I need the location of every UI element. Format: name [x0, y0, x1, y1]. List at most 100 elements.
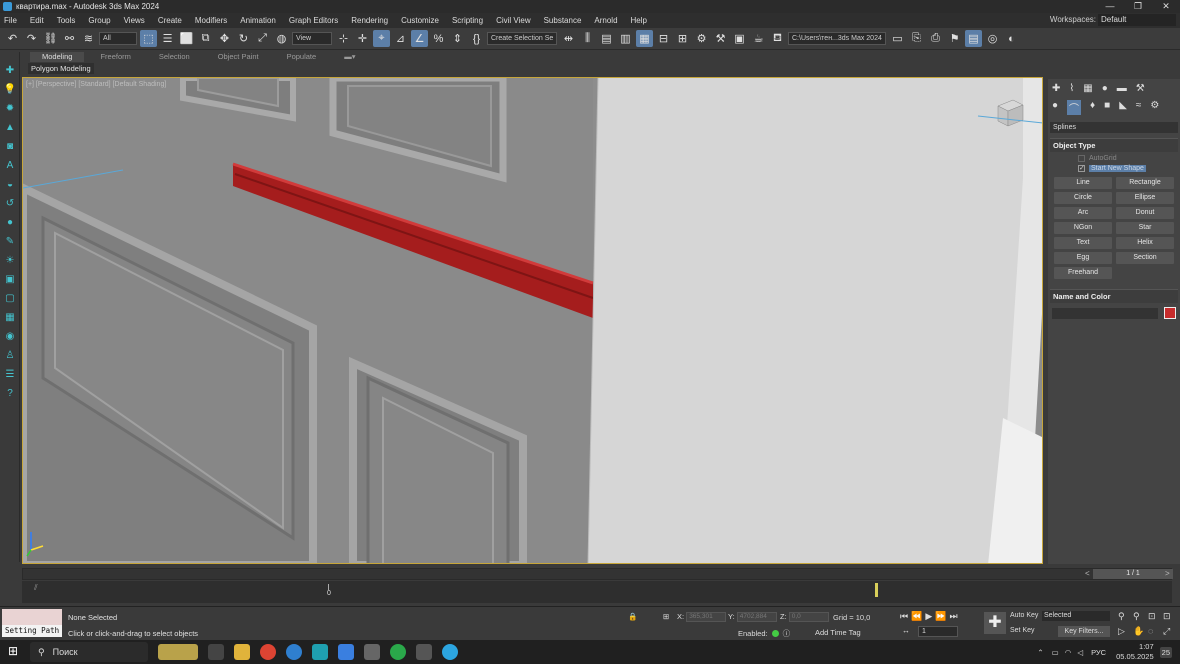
- prev-frame-icon[interactable]: ⏪: [911, 611, 922, 622]
- zoom-icon[interactable]: ⚲: [1118, 611, 1125, 622]
- line-button[interactable]: Line: [1054, 177, 1112, 189]
- section-button[interactable]: Section: [1116, 252, 1174, 264]
- enabled-dot-icon[interactable]: [771, 630, 779, 637]
- ref-coord-dropdown[interactable]: View: [292, 32, 332, 45]
- modify-tab-icon[interactable]: ⌇: [1069, 83, 1074, 94]
- auto-key-button[interactable]: Auto Key: [1010, 612, 1038, 619]
- network-icon[interactable]: ▭: [1052, 648, 1059, 657]
- app-gear-icon[interactable]: [416, 644, 432, 660]
- material-editor-icon[interactable]: ⚙: [693, 30, 710, 47]
- object-name-input[interactable]: [1052, 307, 1158, 319]
- render-icon[interactable]: ☕: [750, 30, 767, 47]
- angle-snap-icon[interactable]: ∠: [411, 30, 428, 47]
- mirror-icon[interactable]: ⇹: [560, 30, 577, 47]
- cone-icon[interactable]: ▲: [3, 120, 17, 134]
- zoom-extents-icon[interactable]: ⊡: [1148, 611, 1156, 622]
- placement-icon[interactable]: ◍: [273, 30, 290, 47]
- menu-substance[interactable]: Substance: [544, 16, 582, 25]
- fov-icon[interactable]: ▷: [1118, 626, 1125, 637]
- render-setup-icon[interactable]: ⚒: [712, 30, 729, 47]
- menu-customize[interactable]: Customize: [401, 16, 439, 25]
- bind-spacewarp-icon[interactable]: ≋: [80, 30, 97, 47]
- select-object-icon[interactable]: ⬚: [140, 30, 157, 47]
- motion-tab-icon[interactable]: ●: [1102, 83, 1108, 94]
- minimize-button[interactable]: —: [1096, 0, 1124, 13]
- project-path-dropdown[interactable]: C:\Users\тен...3ds Max 2024: [788, 32, 886, 45]
- time-slider-knob[interactable]: 1 / 1: [1093, 569, 1173, 579]
- menu-tools[interactable]: Tools: [57, 16, 76, 25]
- spacewarps-icon[interactable]: ≈: [1136, 100, 1142, 115]
- object-type-rollout[interactable]: Object Type: [1050, 138, 1178, 152]
- ribbon-subpanel-polygon-modeling[interactable]: Polygon Modeling: [28, 63, 94, 74]
- online-help-icon[interactable]: ◎: [984, 30, 1001, 47]
- absolute-mode-icon[interactable]: ⊞: [663, 612, 669, 621]
- rect-selection-icon[interactable]: ⬜: [178, 30, 195, 47]
- tab-object-paint[interactable]: Object Paint: [206, 52, 271, 62]
- key-filters-button[interactable]: Key Filters...: [1058, 626, 1110, 637]
- lock-selection-icon[interactable]: 🔒: [628, 612, 637, 621]
- tab-selection[interactable]: Selection: [147, 52, 202, 62]
- task-view-icon[interactable]: [208, 644, 224, 660]
- ellipse-button[interactable]: Ellipse: [1116, 192, 1174, 204]
- go-to-start-icon[interactable]: ⏮: [900, 611, 908, 622]
- hierarchy-tab-icon[interactable]: ▦: [1083, 83, 1092, 94]
- spinner-snap-icon[interactable]: ⇕: [449, 30, 466, 47]
- taskbar-search[interactable]: ⚲ Поиск: [30, 642, 148, 662]
- edit-named-sets-icon[interactable]: {}: [468, 30, 485, 47]
- menu-rendering[interactable]: Rendering: [351, 16, 388, 25]
- undo-icon[interactable]: ↶: [4, 30, 21, 47]
- paint-icon[interactable]: ✎: [3, 234, 17, 248]
- project-folder-icon[interactable]: ▭: [889, 30, 906, 47]
- menu-arnold[interactable]: Arnold: [594, 16, 617, 25]
- shape-category-dropdown[interactable]: Splines: [1050, 122, 1178, 133]
- slider-next-icon[interactable]: >: [1165, 569, 1170, 578]
- 3ds-max-icon[interactable]: [312, 644, 328, 660]
- percent-snap-icon[interactable]: %: [430, 30, 447, 47]
- settings-icon[interactable]: ⚑: [946, 30, 963, 47]
- frame-icon[interactable]: ▢: [3, 291, 17, 305]
- ngon-button[interactable]: NGon: [1054, 222, 1112, 234]
- selection-set-dropdown[interactable]: Create Selection Se: [487, 32, 557, 45]
- notification-badge[interactable]: 25: [1159, 646, 1172, 658]
- set-key-button[interactable]: Set Key: [1010, 627, 1035, 634]
- track-key-marker[interactable]: [875, 583, 878, 597]
- list-icon[interactable]: ☰: [3, 367, 17, 381]
- menu-scripting[interactable]: Scripting: [452, 16, 483, 25]
- save-project-icon[interactable]: ⎙: [927, 30, 944, 47]
- weather-widget-icon[interactable]: [158, 644, 198, 660]
- workspaces-dropdown[interactable]: Default: [1098, 14, 1176, 26]
- text-tool-icon[interactable]: A: [3, 158, 17, 172]
- ribbon-options-icon[interactable]: ▬▾: [332, 52, 367, 62]
- edge-icon[interactable]: [286, 644, 302, 660]
- menu-group[interactable]: Group: [88, 16, 110, 25]
- info-icon[interactable]: ⓘ: [783, 628, 791, 639]
- rendered-frame-icon[interactable]: ▣: [731, 30, 748, 47]
- arc-button[interactable]: Arc: [1054, 207, 1112, 219]
- perspective-viewport[interactable]: [+] [Perspective] [Standard] [Default Sh…: [22, 77, 1043, 564]
- time-slider[interactable]: < 1 / 1 >: [22, 568, 1173, 580]
- app-green-icon[interactable]: [390, 644, 406, 660]
- track-bar[interactable]: ⫽ 0: [22, 581, 1172, 603]
- star-button[interactable]: Star: [1116, 222, 1174, 234]
- freehand-button[interactable]: Freehand: [1054, 267, 1112, 279]
- file-explorer-icon[interactable]: [234, 644, 250, 660]
- schematic-view-icon[interactable]: ⊞: [674, 30, 691, 47]
- maxscript-listener[interactable]: Setting Path: [2, 609, 62, 637]
- tab-freeform[interactable]: Freeform: [88, 52, 142, 62]
- key-selection-dropdown[interactable]: Selected: [1042, 611, 1110, 621]
- object-color-swatch[interactable]: [1164, 307, 1176, 319]
- windows-start-icon[interactable]: ⊞: [8, 644, 24, 660]
- tab-populate[interactable]: Populate: [275, 52, 329, 62]
- render-teapot-icon[interactable]: ⛾: [769, 30, 786, 47]
- grid-icon[interactable]: ▦: [3, 310, 17, 324]
- next-frame-icon[interactable]: ⏩: [935, 611, 946, 622]
- chrome-icon[interactable]: [260, 644, 276, 660]
- ribbon-toggle-icon[interactable]: ▦: [636, 30, 653, 47]
- donut-button[interactable]: Donut: [1116, 207, 1174, 219]
- create-tab-icon[interactable]: ✚: [1052, 83, 1060, 94]
- menu-create[interactable]: Create: [158, 16, 182, 25]
- utilities-tab-icon[interactable]: ⚒: [1136, 83, 1145, 94]
- camera-icon[interactable]: ◙: [3, 139, 17, 153]
- maximize-button[interactable]: ❐: [1124, 0, 1152, 13]
- tab-modeling[interactable]: Modeling: [30, 52, 85, 62]
